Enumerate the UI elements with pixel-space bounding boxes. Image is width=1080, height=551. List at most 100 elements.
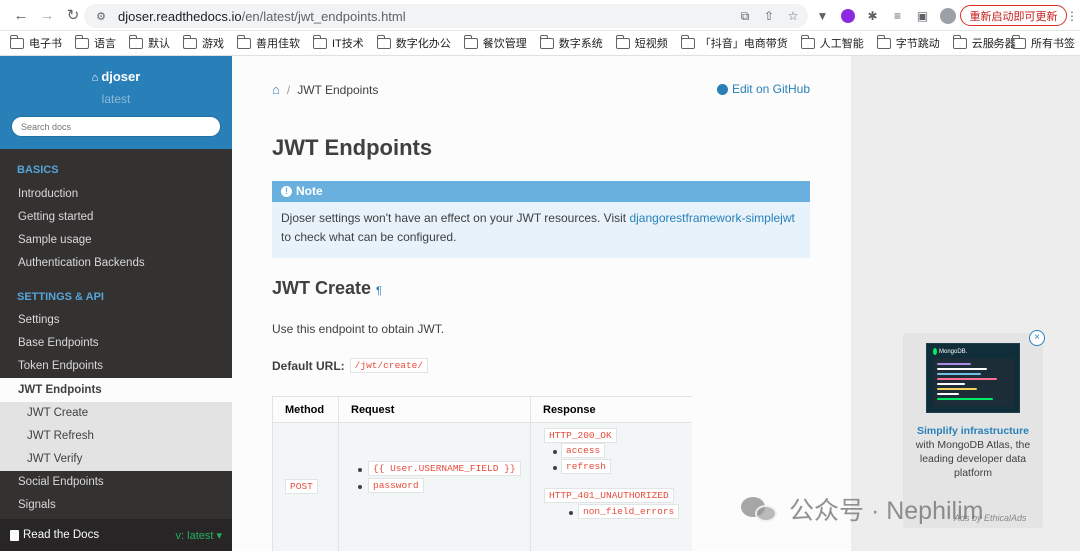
ad-link[interactable]: Simplify infrastructure bbox=[917, 425, 1029, 437]
search-docs-input[interactable] bbox=[11, 116, 221, 137]
sidebar-item-getting-started[interactable]: Getting started bbox=[0, 206, 232, 229]
folder-icon bbox=[237, 34, 251, 49]
mongodb-leaf-icon bbox=[933, 348, 937, 355]
project-home-link[interactable]: ⌂ djoser bbox=[0, 69, 232, 84]
sidebar-item-sample-usage[interactable]: Sample usage bbox=[0, 229, 232, 252]
address-bar[interactable]: ⚙ djoser.readthedocs.io /en/latest/jwt_e… bbox=[84, 4, 808, 28]
bookmark-folder[interactable]: 善用佳软 bbox=[237, 34, 300, 51]
ad-text: Simplify infrastructure with MongoDB Atl… bbox=[915, 425, 1031, 479]
code-line bbox=[937, 393, 959, 395]
sidebar-item-authentication-backends[interactable]: Authentication Backends bbox=[0, 252, 232, 275]
sidebar-item-jwt-endpoints[interactable]: JWT Endpoints bbox=[0, 378, 232, 402]
sidebar-subitem-jwt-verify[interactable]: JWT Verify bbox=[0, 448, 232, 471]
breadcrumb-home-icon[interactable]: ⌂ bbox=[272, 82, 280, 97]
site-settings-icon[interactable]: ⚙ bbox=[94, 9, 108, 23]
docs-sidebar: ⌂djoser latest BASICS Introduction Getti… bbox=[0, 56, 232, 551]
bookmark-folder[interactable]: 短视频 bbox=[615, 34, 668, 51]
permalink-pilcrow[interactable]: ¶ bbox=[376, 285, 382, 297]
page-title: JWT Endpoints bbox=[272, 135, 433, 160]
all-bookmarks-button[interactable]: 所有书签 bbox=[1012, 34, 1075, 51]
restart-update-label: 重新启动即可更新 bbox=[969, 10, 1058, 23]
list-bullet bbox=[553, 466, 557, 470]
mongodb-logo: MongoDB. bbox=[933, 348, 967, 355]
ad-code-illustration bbox=[933, 358, 1014, 407]
folder-icon bbox=[376, 34, 391, 49]
watermark: 公众号 · Nephilim bbox=[741, 491, 983, 527]
code-line bbox=[937, 373, 981, 375]
bookmark-folder[interactable]: 默认 bbox=[129, 34, 170, 51]
forward-arrow-icon[interactable]: → bbox=[36, 4, 58, 26]
vue-devtools-icon[interactable]: ▼ bbox=[812, 6, 833, 26]
extension-purple-icon[interactable] bbox=[837, 6, 858, 26]
note-body: Djoser settings won't have an effect on … bbox=[281, 211, 795, 244]
extensions-puzzle-icon[interactable]: ✱ bbox=[862, 6, 883, 26]
bookmark-folder[interactable]: 游戏 bbox=[183, 34, 224, 51]
wechat-logo-icon bbox=[741, 493, 781, 525]
list-bullet bbox=[358, 468, 362, 472]
method-code: POST bbox=[285, 479, 318, 494]
sidebar-item-social-endpoints[interactable]: Social Endpoints bbox=[0, 471, 232, 494]
bookmark-folder[interactable]: 数字系统 bbox=[539, 34, 603, 51]
table-cell-method: POST bbox=[273, 423, 339, 551]
back-arrow-icon[interactable]: ← bbox=[10, 4, 32, 26]
table-header-request: Request bbox=[339, 397, 531, 423]
table-header-method: Method bbox=[273, 397, 339, 423]
default-url: Default URL: /jwt/create/ bbox=[272, 358, 429, 373]
rtd-version-selector[interactable]: v: latest ▾ bbox=[176, 529, 222, 542]
folder-icon bbox=[10, 34, 24, 49]
caption-settings-api: SETTINGS & API bbox=[17, 291, 104, 303]
sidebar-subitem-jwt-refresh[interactable]: JWT Refresh bbox=[0, 425, 232, 448]
ad-image[interactable]: MongoDB. bbox=[926, 343, 1020, 413]
ad-close-button[interactable]: × bbox=[1029, 330, 1045, 346]
bookmark-folder[interactable]: 电子书 bbox=[10, 34, 62, 51]
folder-icon bbox=[183, 34, 197, 49]
response-field-refresh: refresh bbox=[561, 459, 611, 474]
breadcrumb-separator: / bbox=[286, 82, 291, 97]
folder-icon bbox=[680, 34, 695, 49]
edit-on-github-link[interactable]: Edit on GitHub bbox=[716, 82, 810, 96]
folder-icon bbox=[463, 34, 478, 49]
url-path: /en/latest/jwt_endpoints.html bbox=[241, 8, 406, 24]
sidebar-item-introduction[interactable]: Introduction bbox=[0, 183, 232, 206]
bookmark-folder[interactable]: 餐饮管理 bbox=[463, 34, 527, 51]
info-icon: ! bbox=[281, 186, 292, 197]
translate-icon[interactable]: ⧉ bbox=[736, 7, 754, 25]
list-bullet bbox=[569, 511, 573, 515]
sidebar-subitem-jwt-create[interactable]: JWT Create bbox=[0, 402, 232, 425]
code-line bbox=[937, 383, 965, 385]
bookmark-folder[interactable]: 字节跳动 bbox=[876, 34, 940, 51]
sidebar-item-settings[interactable]: Settings bbox=[0, 309, 232, 332]
restart-update-button[interactable]: 重新启动即可更新 ⋮ bbox=[960, 5, 1078, 26]
sidebar-header: ⌂ djoser latest bbox=[0, 56, 232, 149]
side-panel-icon[interactable]: ▣ bbox=[912, 6, 933, 26]
bookmark-folder[interactable]: 云服务器 bbox=[952, 34, 1016, 51]
extensions-bar: ▼ ✱ ≡ ▣ bbox=[812, 6, 958, 26]
sidebar-item-base-endpoints[interactable]: Base Endpoints bbox=[0, 332, 232, 355]
list-bullet bbox=[358, 485, 362, 489]
profile-avatar[interactable] bbox=[937, 6, 958, 26]
folder-icon bbox=[952, 34, 967, 49]
bookmark-folder[interactable]: 语言 bbox=[75, 34, 116, 51]
folder-icon bbox=[75, 34, 89, 49]
bookmark-folder[interactable]: 人工智能 bbox=[800, 34, 864, 51]
simplejwt-link[interactable]: djangorestframework-simplejwt bbox=[629, 211, 794, 225]
code-line bbox=[937, 378, 997, 380]
response-field-access: access bbox=[561, 443, 606, 458]
folder-icon bbox=[800, 34, 815, 49]
reading-list-icon[interactable]: ≡ bbox=[887, 6, 908, 26]
response-field-non-field-errors: non_field_errors bbox=[578, 504, 680, 519]
note-title: ! Note bbox=[272, 181, 810, 202]
bookmark-folder[interactable]: 「抖音」电商带货 bbox=[680, 34, 788, 51]
bookmark-folder[interactable]: IT技术 bbox=[313, 34, 364, 51]
bookmark-star-icon[interactable]: ☆ bbox=[784, 7, 802, 25]
rtd-versions-bar[interactable]: Read the Docs v: latest ▾ bbox=[0, 519, 232, 551]
menu-kebab-icon[interactable]: ⋮ bbox=[1066, 9, 1078, 23]
reload-icon[interactable]: ↻ bbox=[62, 4, 84, 26]
default-url-label: Default URL: bbox=[272, 358, 345, 373]
bookmark-folder[interactable]: 数字化办公 bbox=[376, 34, 451, 51]
sidebar-item-signals[interactable]: Signals bbox=[0, 494, 232, 517]
bookmarks-overflow-button[interactable]: » bbox=[990, 36, 997, 50]
share-icon[interactable]: ⇧ bbox=[760, 7, 778, 25]
default-url-code: /jwt/create/ bbox=[349, 358, 429, 373]
sidebar-item-token-endpoints[interactable]: Token Endpoints bbox=[0, 355, 232, 378]
